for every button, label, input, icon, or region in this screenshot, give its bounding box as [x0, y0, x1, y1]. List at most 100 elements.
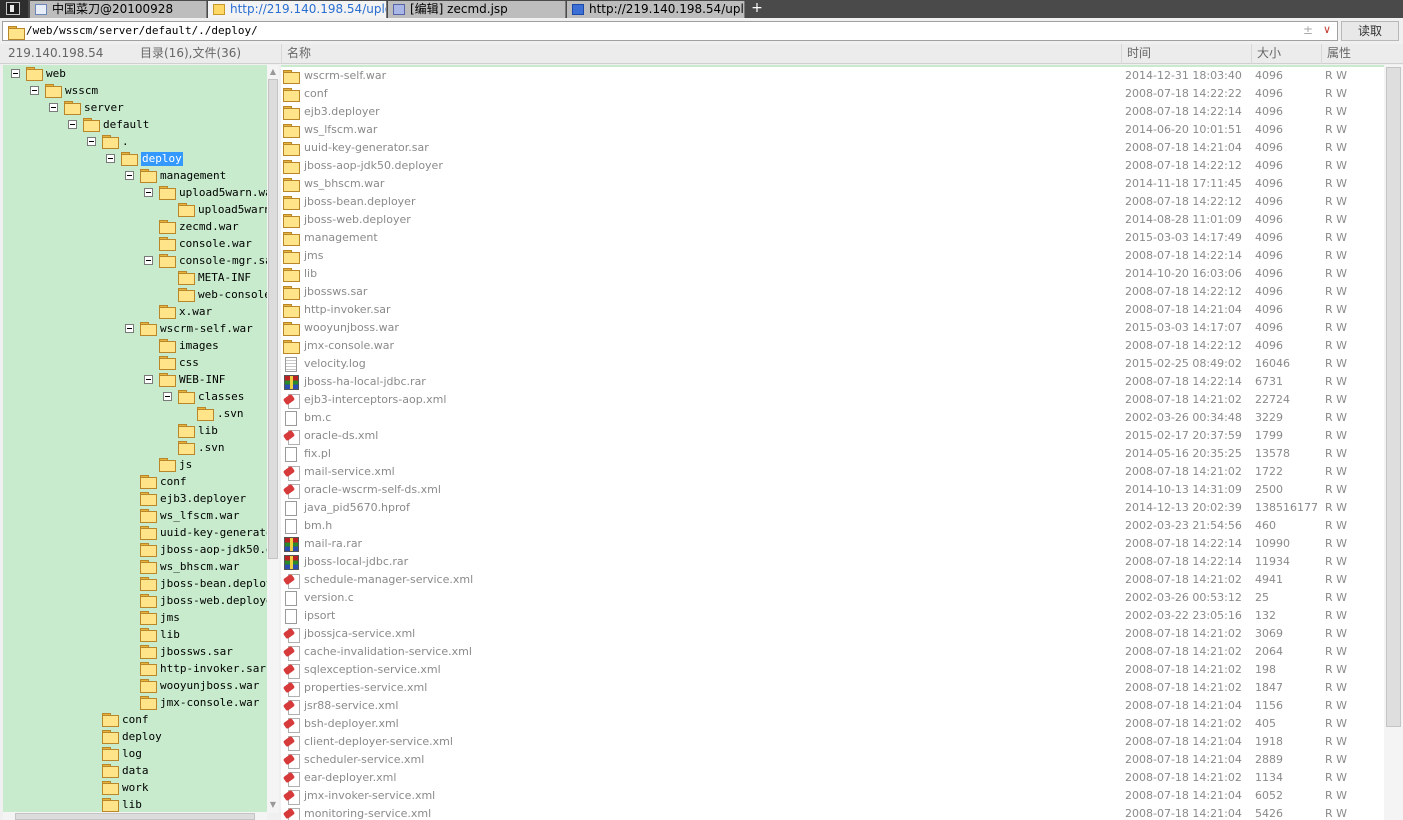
collapse-icon[interactable]: [144, 375, 153, 384]
tree-node[interactable]: deploy: [3, 729, 267, 746]
tree-node[interactable]: wscrm-self.war: [3, 321, 267, 338]
collapse-icon[interactable]: [163, 392, 172, 401]
file-row[interactable]: ejb3.deployer 2008-07-18 14:22:14 4096 R W: [281, 103, 1384, 121]
collapse-icon[interactable]: [68, 120, 77, 129]
tree-node[interactable]: zecmd.war: [3, 219, 267, 236]
file-row[interactable]: mail-ra.rar 2008-07-18 14:22:14 10990 R W: [281, 535, 1384, 553]
toggle-icon[interactable]: ±: [1303, 23, 1313, 37]
column-header-name[interactable]: 名称: [281, 44, 1121, 64]
tree-node[interactable]: lib: [3, 797, 267, 813]
file-row[interactable]: wooyunjboss.war 2015-03-03 14:17:07 4096 R …: [281, 319, 1384, 337]
tree-node[interactable]: console-mgr.sar: [3, 253, 267, 270]
tree-node[interactable]: upload5warn.war: [3, 185, 267, 202]
file-row[interactable]: version.c 2002-03-26 00:53:12 25 R W: [281, 589, 1384, 607]
tree-node[interactable]: work: [3, 780, 267, 797]
file-row[interactable]: schedule-manager-service.xml 2008-07-18 1…: [281, 571, 1384, 589]
tree-node[interactable]: http-invoker.sar: [3, 661, 267, 678]
tree-node[interactable]: lib: [3, 627, 267, 644]
file-row[interactable]: management 2015-03-03 14:17:49 4096 R W: [281, 229, 1384, 247]
tree-node[interactable]: data: [3, 763, 267, 780]
tab-editor[interactable]: [编辑] zecmd.jsp: [388, 1, 566, 18]
tree-node[interactable]: images: [3, 338, 267, 355]
tree-node[interactable]: server: [3, 100, 267, 117]
column-header-size[interactable]: 大小: [1251, 44, 1321, 64]
collapse-icon[interactable]: [87, 137, 96, 146]
file-row[interactable]: jbossjca-service.xml 2008-07-18 14:21:02 3…: [281, 625, 1384, 643]
collapse-icon[interactable]: [11, 69, 20, 78]
tab-file-manager[interactable]: http://219.140.198.54/uploa...: [208, 1, 387, 18]
collapse-icon[interactable]: [49, 103, 58, 112]
tree-node[interactable]: wooyunjboss.war: [3, 678, 267, 695]
tree-node[interactable]: wsscm: [3, 83, 267, 100]
tree-node[interactable]: ws_lfscm.war: [3, 508, 267, 525]
file-row[interactable]: scheduler-service.xml 2008-07-18 14:21:04…: [281, 751, 1384, 769]
read-button[interactable]: 读取: [1341, 21, 1399, 41]
file-row[interactable]: properties-service.xml 2008-07-18 14:21:0…: [281, 679, 1384, 697]
file-row[interactable]: oracle-ds.xml 2015-02-17 20:37:59 1799 R W: [281, 427, 1384, 445]
collapse-icon[interactable]: [125, 171, 134, 180]
tree-node[interactable]: lib: [3, 423, 267, 440]
file-row[interactable]: bm.h 2002-03-23 21:54:56 460 R W: [281, 517, 1384, 535]
file-row[interactable]: jboss-aop-jdk50.deployer 2008-07-18 14:22…: [281, 157, 1384, 175]
column-header-time[interactable]: 时间: [1121, 44, 1251, 64]
tree-node[interactable]: conf: [3, 474, 267, 491]
file-row[interactable]: client-deployer-service.xml 2008-07-18 14…: [281, 733, 1384, 751]
file-row[interactable]: fix.pl 2014-05-16 20:35:25 13578 R W: [281, 445, 1384, 463]
file-row[interactable]: lib 2014-10-20 16:03:06 4096 R W: [281, 265, 1384, 283]
file-row[interactable]: jbossws.sar 2008-07-18 14:22:12 4096 R W: [281, 283, 1384, 301]
collapse-icon[interactable]: [144, 256, 153, 265]
add-tab-button[interactable]: +: [749, 0, 765, 18]
tree-node[interactable]: uuid-key-generator.sar: [3, 525, 267, 542]
tree-node[interactable]: jbossws.sar: [3, 644, 267, 661]
scroll-thumb[interactable]: [15, 813, 255, 820]
tree-node[interactable]: WEB-INF: [3, 372, 267, 389]
file-row[interactable]: java_pid5670.hprof 2014-12-13 20:02:39 138…: [281, 499, 1384, 517]
file-row[interactable]: wscrm-self.war 2014-12-31 18:03:40 4096 R W: [281, 67, 1384, 85]
collapse-icon[interactable]: [106, 154, 115, 163]
tree-node[interactable]: META-INF: [3, 270, 267, 287]
tree-node[interactable]: js: [3, 457, 267, 474]
collapse-icon[interactable]: [125, 324, 134, 333]
file-row[interactable]: velocity.log 2015-02-25 08:49:02 16046 R W: [281, 355, 1384, 373]
file-row[interactable]: cache-invalidation-service.xml 2008-07-18…: [281, 643, 1384, 661]
column-header-attr[interactable]: 属性: [1321, 44, 1381, 64]
tab-home[interactable]: 中国菜刀@20100928: [30, 1, 207, 18]
tree-node[interactable]: management: [3, 168, 267, 185]
tree-node[interactable]: .svn: [3, 406, 267, 423]
file-row[interactable]: ejb3-interceptors-aop.xml 2008-07-18 14:2…: [281, 391, 1384, 409]
file-row[interactable]: jmx-invoker-service.xml 2008-07-18 14:21:…: [281, 787, 1384, 805]
file-row[interactable]: jmx-console.war 2008-07-18 14:22:12 4096 R …: [281, 337, 1384, 355]
file-row[interactable]: bm.c 2002-03-26 00:34:48 3229 R W: [281, 409, 1384, 427]
tree-node[interactable]: log: [3, 746, 267, 763]
file-row[interactable]: conf 2008-07-18 14:22:22 4096 R W: [281, 85, 1384, 103]
tree-node[interactable]: .: [3, 134, 267, 151]
tree-node[interactable]: web-console.war: [3, 287, 267, 304]
tree-node[interactable]: css: [3, 355, 267, 372]
tree-node[interactable]: conf: [3, 712, 267, 729]
file-row[interactable]: oracle-wscrm-self-ds.xml 2014-10-13 14:31…: [281, 481, 1384, 499]
scroll-thumb[interactable]: [268, 79, 278, 559]
file-row[interactable]: jboss-web.deployer 2014-08-28 11:01:09 409…: [281, 211, 1384, 229]
file-row[interactable]: jboss-ha-local-jdbc.rar 2008-07-18 14:22:…: [281, 373, 1384, 391]
file-row[interactable]: ws_lfscm.war 2014-06-20 10:01:51 4096 R W: [281, 121, 1384, 139]
chevron-down-icon[interactable]: ∨: [1323, 23, 1331, 36]
collapse-icon[interactable]: [30, 86, 39, 95]
file-row[interactable]: bsh-deployer.xml 2008-07-18 14:21:02 405 R …: [281, 715, 1384, 733]
file-row[interactable]: ear-deployer.xml 2008-07-18 14:21:02 1134 R…: [281, 769, 1384, 787]
scroll-thumb[interactable]: [1386, 67, 1401, 727]
tree-node[interactable]: classes: [3, 389, 267, 406]
path-input[interactable]: /web/wsscm/server/default/./deploy/ ± ∨: [2, 21, 1338, 41]
tree-node[interactable]: jboss-aop-jdk50.deployer: [3, 542, 267, 559]
scroll-down-icon[interactable]: ▼: [268, 800, 278, 810]
file-row[interactable]: sqlexception-service.xml 2008-07-18 14:21…: [281, 661, 1384, 679]
file-row[interactable]: mail-service.xml 2008-07-18 14:21:02 1722 R…: [281, 463, 1384, 481]
tree-vertical-scrollbar[interactable]: ▲ ▼: [267, 65, 279, 813]
scroll-up-icon[interactable]: ▲: [268, 67, 278, 77]
tree-node[interactable]: x.war: [3, 304, 267, 321]
tab-browser[interactable]: http://219.140.198.54/uploa...: [567, 1, 745, 18]
collapse-icon[interactable]: [144, 188, 153, 197]
tree-node[interactable]: web: [3, 66, 267, 83]
tree-node[interactable]: jboss-web.deployer: [3, 593, 267, 610]
tree-horizontal-scrollbar[interactable]: [3, 812, 267, 820]
tree-node[interactable]: .svn: [3, 440, 267, 457]
